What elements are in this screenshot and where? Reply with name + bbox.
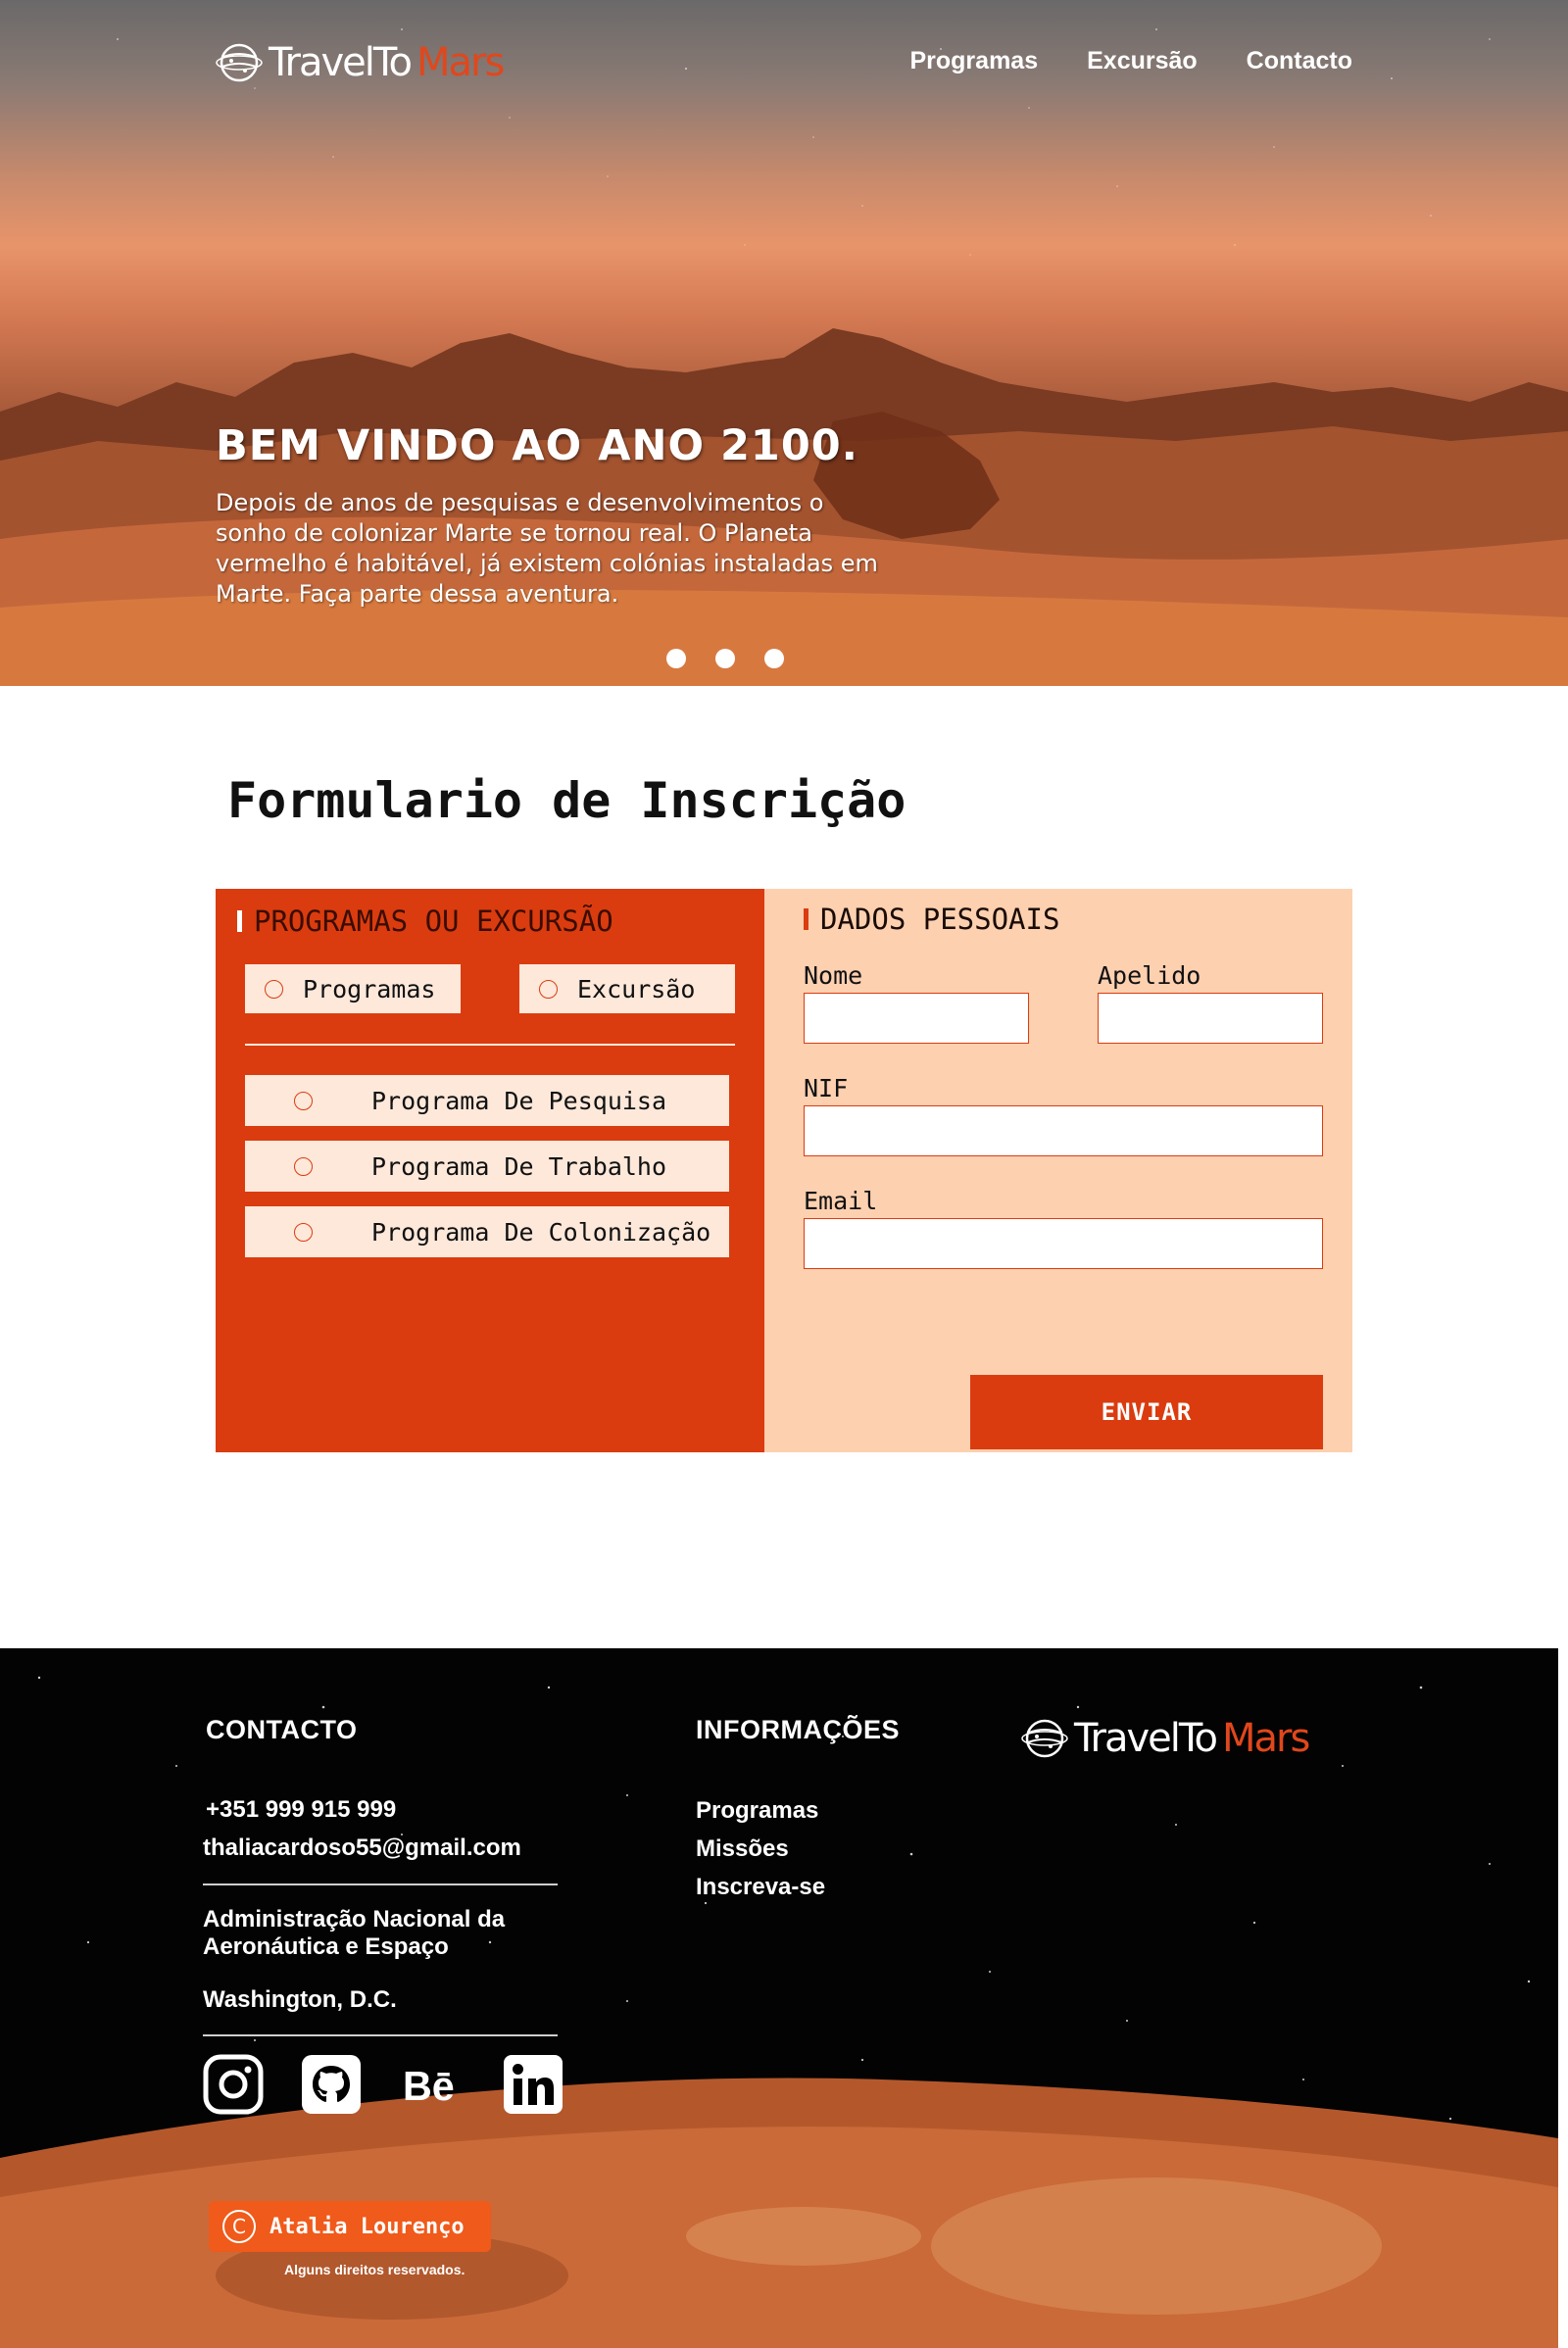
planet-logo-icon: [1021, 1719, 1068, 1758]
heading-accent-bar: [804, 908, 808, 930]
email-field[interactable]: [804, 1218, 1323, 1269]
nav-link-contacto[interactable]: Contacto: [1247, 47, 1352, 75]
radio-programa-colonizacao[interactable]: [294, 1222, 313, 1242]
heading-accent-bar: [237, 910, 242, 932]
personal-section-title: DADOS PESSOAIS: [820, 903, 1060, 936]
program-section-title: PROGRAMAS OU EXCURSÃO: [254, 905, 613, 938]
main-nav: Programas Excursão Contacto: [909, 47, 1352, 75]
linkedin-link[interactable]: [503, 2054, 564, 2115]
option-programa-colonizacao-label: Programa De Colonização: [371, 1217, 711, 1247]
option-excursao-label: Excursão: [577, 974, 696, 1003]
program-section-heading: PROGRAMAS OU EXCURSÃO: [237, 905, 613, 938]
footer-logo[interactable]: TravelTo Mars: [1021, 1715, 1310, 1762]
contact-city: Washington, D.C.: [203, 1986, 397, 2013]
copyright-badge: C Atalia Lourenço: [209, 2201, 491, 2252]
org-line-2: Aeronáutica e Espaço: [203, 1933, 449, 1960]
radio-excursao[interactable]: [539, 979, 558, 999]
logo-text-travelto: TravelTo: [269, 40, 413, 85]
option-excursao[interactable]: Excursão: [519, 964, 735, 1013]
instagram-link[interactable]: [203, 2054, 264, 2115]
github-link[interactable]: [301, 2054, 362, 2115]
apelido-label: Apelido: [1098, 961, 1201, 990]
linkedin-icon: [504, 2055, 563, 2114]
section-divider: [245, 1044, 735, 1046]
contact-email[interactable]: thaliacardoso55@gmail.com: [203, 1834, 521, 1863]
carousel-dot-2[interactable]: [715, 649, 735, 668]
option-programa-pesquisa[interactable]: Programa De Pesquisa: [245, 1075, 729, 1126]
carousel-dots: [666, 649, 784, 668]
contact-divider-2: [203, 2034, 558, 2036]
contact-divider: [203, 1883, 558, 1885]
carousel-dot-1[interactable]: [666, 649, 686, 668]
org-line-1: Administração Nacional da: [203, 1906, 506, 1932]
apelido-field[interactable]: [1098, 993, 1323, 1044]
hero-banner: TravelTo Mars Programas Excursão Contacto…: [0, 0, 1568, 686]
registration-form: PROGRAMAS OU EXCURSÃO Programas Excursão…: [216, 889, 1352, 1452]
site-footer: CONTACTO +351 999 915 999 thaliacardoso5…: [0, 1648, 1558, 2348]
personal-section-heading: DADOS PESSOAIS: [804, 903, 1059, 936]
logo-text-mars: Mars: [416, 40, 505, 85]
rights-text: Alguns direitos reservados.: [284, 2262, 466, 2277]
info-heading: INFORMAÇÕES: [696, 1715, 900, 1744]
copyright-icon: C: [222, 2210, 256, 2243]
copyright-name: Atalia Lourenço: [270, 2214, 465, 2239]
hero-description: Depois de anos de pesquisas e desenvolvi…: [216, 489, 878, 608]
radio-programa-pesquisa[interactable]: [294, 1091, 313, 1110]
contact-phone[interactable]: +351 999 915 999: [206, 1795, 396, 1825]
email-label: Email: [804, 1187, 878, 1215]
personal-data-panel: DADOS PESSOAIS Nome Apelido NIF Email EN…: [764, 889, 1352, 1452]
nif-field[interactable]: [804, 1105, 1323, 1156]
footer-link-inscreva-se[interactable]: Inscreva-se: [696, 1874, 825, 1901]
option-programas-label: Programas: [303, 974, 436, 1003]
carousel-dot-3[interactable]: [764, 649, 784, 668]
logo-text-travelto: TravelTo: [1074, 1716, 1218, 1761]
hero-title: BEM VINDO AO ANO 2100.: [216, 421, 858, 470]
site-logo[interactable]: TravelTo Mars: [216, 39, 505, 86]
behance-icon: Bē: [403, 2064, 455, 2109]
github-icon: [302, 2055, 361, 2114]
behance-link[interactable]: Bē: [402, 2054, 463, 2115]
form-title: Formulario de Inscrição: [227, 772, 906, 829]
program-selection-panel: PROGRAMAS OU EXCURSÃO Programas Excursão…: [216, 889, 764, 1452]
radio-programas[interactable]: [265, 979, 283, 999]
option-programa-colonizacao[interactable]: Programa De Colonização: [245, 1206, 729, 1257]
option-programa-trabalho[interactable]: Programa De Trabalho: [245, 1141, 729, 1192]
nav-link-programas[interactable]: Programas: [909, 47, 1038, 75]
footer-link-programas[interactable]: Programas: [696, 1797, 818, 1825]
nif-label: NIF: [804, 1074, 849, 1102]
nome-field[interactable]: [804, 993, 1029, 1044]
option-programa-trabalho-label: Programa De Trabalho: [371, 1151, 667, 1181]
logo-text-mars: Mars: [1222, 1716, 1310, 1761]
radio-programa-trabalho[interactable]: [294, 1156, 313, 1176]
svg-text:Bē: Bē: [403, 2064, 455, 2109]
nav-link-excursao[interactable]: Excursão: [1087, 47, 1198, 75]
planet-logo-icon: [216, 43, 263, 82]
contact-heading: CONTACTO: [206, 1715, 358, 1744]
submit-button[interactable]: ENVIAR: [970, 1375, 1323, 1449]
option-programa-pesquisa-label: Programa De Pesquisa: [371, 1086, 667, 1115]
instagram-icon: [203, 2054, 264, 2115]
option-programas[interactable]: Programas: [245, 964, 461, 1013]
footer-link-missoes[interactable]: Missões: [696, 1835, 789, 1863]
nome-label: Nome: [804, 961, 863, 990]
